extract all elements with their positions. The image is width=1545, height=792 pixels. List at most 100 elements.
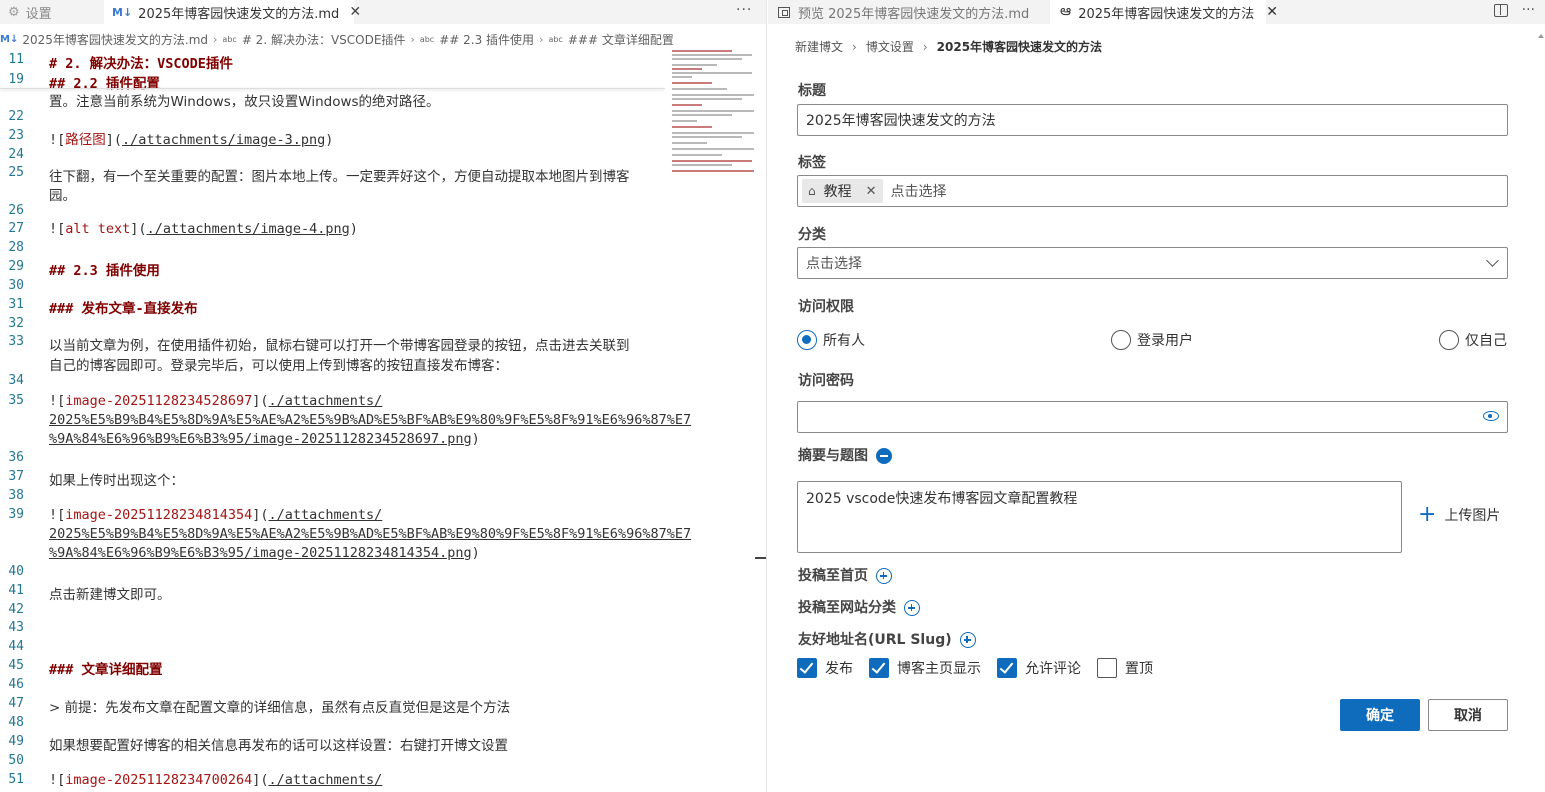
- close-icon[interactable]: ✕: [349, 4, 361, 20]
- minimap[interactable]: [672, 50, 756, 180]
- password-input[interactable]: [797, 401, 1508, 433]
- line-number: 47: [8, 696, 24, 711]
- line-number: 23: [8, 128, 24, 143]
- checkbox-indicator: [997, 658, 1017, 678]
- link-url[interactable]: ./attachments/image-3.png: [122, 132, 325, 148]
- minimap-line: [672, 114, 732, 116]
- sticky-scroll-divider: [0, 88, 665, 89]
- line-number: 29: [8, 259, 24, 274]
- radio-indicator: [1111, 330, 1131, 350]
- more-actions-icon[interactable]: ···: [1522, 2, 1535, 18]
- tab-settings-label: 设置: [25, 6, 52, 22]
- collapse-icon[interactable]: [876, 448, 892, 464]
- more-actions-icon[interactable]: ···: [736, 2, 752, 18]
- line-number: 49: [8, 734, 24, 749]
- remove-tag-icon[interactable]: ✕: [866, 184, 877, 199]
- line-number: 40: [8, 564, 24, 579]
- post-site-label: 投稿至网站分类: [798, 597, 920, 617]
- category-select[interactable]: 点击选择: [797, 247, 1508, 279]
- link-bracket: ](: [105, 132, 123, 148]
- tab-blog-settings[interactable]: ఆ 2025年博客园快速发文的方法 ✕: [1050, 0, 1278, 24]
- expand-icon[interactable]: [904, 600, 920, 616]
- link-url[interactable]: ./attachments/: [268, 507, 382, 523]
- code-line: 园。: [49, 184, 76, 204]
- chevron-right-icon: ›: [410, 32, 415, 46]
- link-url[interactable]: ./attachments/image-4.png: [147, 221, 350, 237]
- breadcrumb-h2[interactable]: abc ## 2.3 插件使用: [420, 31, 534, 48]
- breadcrumb-h3[interactable]: abc ### 文章详细配置: [548, 31, 673, 48]
- link-url[interactable]: 2025%E5%B9%B4%E5%8D%9A%E5%AE%A2%E5%9B%AD…: [49, 412, 691, 428]
- link-alt-text: image-20251128234528697: [65, 393, 253, 409]
- password-label: 访问密码: [798, 373, 854, 389]
- code-line: 点击新建博文即可。: [49, 583, 171, 603]
- tab-markdown-file[interactable]: M↓ 2025年博客园快速发文的方法.md ✕: [104, 0, 361, 24]
- tab-settings[interactable]: ⚙ 设置: [0, 0, 104, 24]
- panel-scrollbar[interactable]: [1537, 28, 1545, 792]
- tags-placeholder: 点击选择: [890, 184, 947, 200]
- code-line: ![image-20251128234528697](./attachments…: [49, 393, 382, 409]
- tags-input[interactable]: ⌂ 教程 ✕ 点击选择: [797, 175, 1508, 207]
- line-number: 35: [8, 393, 24, 408]
- radio-logged-in[interactable]: 登录用户: [1111, 330, 1193, 350]
- form-breadcrumb: 新建博文 › 博文设置 › 2025年博客园快速发文的方法: [795, 38, 1102, 55]
- symbol-string-icon: abc: [222, 34, 237, 44]
- breadcrumb-file[interactable]: M↓ 2025年博客园快速发文的方法.md: [0, 31, 208, 48]
- link-url[interactable]: 2025%E5%B9%B4%E5%8D%9A%E5%AE%A2%E5%9B%AD…: [49, 526, 691, 542]
- radio-indicator: [797, 330, 817, 350]
- checkbox-publish[interactable]: 发布: [797, 658, 853, 678]
- cancel-button[interactable]: 取消: [1428, 699, 1508, 731]
- cnblogs-icon: ఆ: [1060, 2, 1072, 19]
- close-icon[interactable]: ✕: [1266, 4, 1278, 20]
- scrollbar-position-marker[interactable]: [755, 557, 766, 559]
- tab-markdown-label: 2025年博客园快速发文的方法.md: [138, 6, 340, 22]
- link-url[interactable]: ./attachments/: [268, 393, 382, 409]
- editor-actions: ···: [1493, 2, 1535, 18]
- radio-only-me[interactable]: 仅自己: [1439, 330, 1507, 350]
- line-number: 19: [8, 72, 24, 87]
- markdown-text: 如果上传时出现这个：: [49, 473, 184, 489]
- minimap-line: [672, 164, 732, 166]
- line-number: 32: [8, 316, 24, 331]
- minimap-line: [672, 50, 732, 52]
- checkbox-pin-top[interactable]: 置顶: [1097, 658, 1153, 678]
- minimap-line: [672, 142, 707, 144]
- line-number: 45: [8, 658, 24, 673]
- checkbox-allow-comments[interactable]: 允许评论: [997, 658, 1081, 678]
- breadcrumb-h1[interactable]: abc # 2. 解决办法：VSCODE插件: [222, 31, 405, 48]
- breadcrumb-new-post[interactable]: 新建博文: [795, 38, 843, 55]
- markdown-text: 如果想要配置好博客的相关信息再发布的话可以这样设置：右键打开博文设置: [49, 738, 508, 754]
- scroll-up-icon[interactable]: [1538, 34, 1544, 38]
- link-url[interactable]: ./attachments/: [268, 772, 382, 788]
- line-number: 39: [8, 507, 24, 522]
- summary-textarea[interactable]: 2025 vscode快速发布博客园文章配置教程: [797, 481, 1402, 553]
- summary-value: 2025 vscode快速发布博客园文章配置教程: [806, 491, 1078, 507]
- line-number: 27: [8, 221, 24, 236]
- code-editor[interactable]: 11 # 2. 解决办法：VSCODE插件 19 ## 2.2 插件配置 置。注意当前系…: [0, 50, 766, 792]
- eye-icon[interactable]: [1483, 411, 1499, 421]
- breadcrumb-current: 2025年博客园快速发文的方法: [936, 40, 1103, 54]
- title-input[interactable]: 2025年博客园快速发文的方法: [797, 104, 1508, 136]
- code-line: ### 文章详细配置: [49, 658, 163, 678]
- upload-image-button[interactable]: + 上传图片: [1418, 504, 1500, 526]
- line-number: 37: [8, 469, 24, 484]
- chevron-right-icon: ›: [922, 39, 928, 54]
- code-line: 如果上传时出现这个：: [49, 469, 184, 489]
- minimap-line: [672, 68, 702, 70]
- expand-icon[interactable]: [959, 632, 976, 648]
- radio-everyone[interactable]: 所有人: [797, 330, 865, 350]
- minimap-line: [672, 54, 752, 56]
- checkbox-indicator: [869, 658, 889, 678]
- minimap-line: [672, 64, 717, 66]
- blog-settings-panel: 预览 2025年博客园快速发文的方法.md ఆ 2025年博客园快速发文的方法 …: [768, 0, 1545, 792]
- link-url[interactable]: %9A%84%E6%96%B9%E6%B3%95/image-202511282…: [49, 545, 472, 561]
- line-number: 41: [8, 583, 24, 598]
- expand-icon[interactable]: [876, 568, 892, 584]
- confirm-button[interactable]: 确定: [1340, 699, 1420, 731]
- line-number: 25: [8, 165, 24, 180]
- checkbox-show-on-homepage[interactable]: 博客主页显示: [869, 658, 981, 678]
- link-url[interactable]: %9A%84%E6%96%B9%E6%B3%95/image-202511282…: [49, 431, 472, 447]
- breadcrumb-post-settings[interactable]: 博文设置: [866, 38, 914, 55]
- summary-label: 摘要与题图: [798, 445, 892, 465]
- split-editor-icon[interactable]: [1493, 4, 1508, 17]
- tab-preview[interactable]: 预览 2025年博客园快速发文的方法.md: [768, 0, 1050, 24]
